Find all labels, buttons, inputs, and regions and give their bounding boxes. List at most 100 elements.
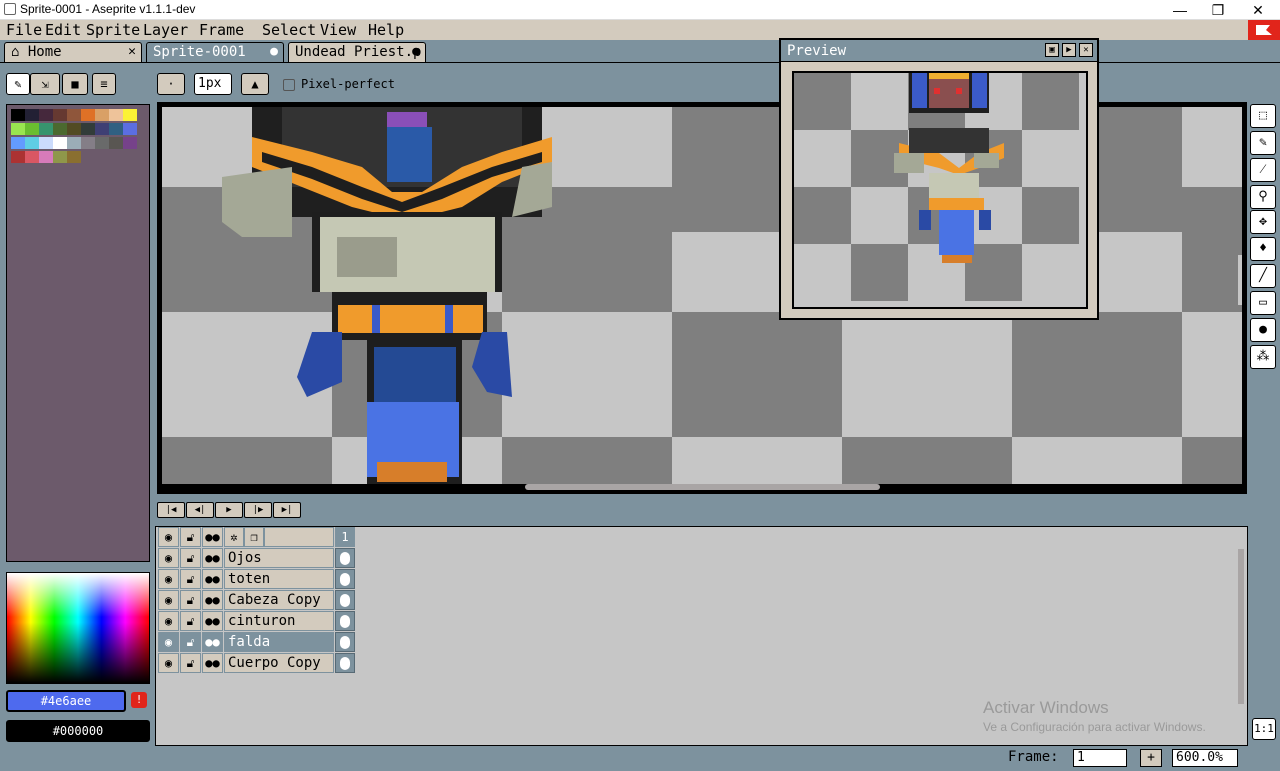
layer-lock-icon[interactable]: 🔓︎ bbox=[180, 632, 201, 652]
lock-icon[interactable]: 🔓︎ bbox=[180, 527, 201, 547]
frame-input[interactable]: 1 bbox=[1073, 749, 1127, 767]
first-frame-button[interactable]: |◀ bbox=[157, 502, 185, 518]
ink-type-icon[interactable]: ▲ bbox=[241, 73, 269, 95]
layer-name[interactable]: Ojos bbox=[224, 548, 334, 568]
previous-frame-button[interactable]: ◀| bbox=[186, 502, 214, 518]
palette-swatch[interactable] bbox=[81, 123, 95, 135]
tab-home[interactable]: ⌂ Home ✕ bbox=[4, 42, 142, 62]
menu-frame[interactable]: Frame bbox=[199, 21, 244, 39]
preview-play-button[interactable]: ▶ bbox=[1062, 43, 1076, 57]
blur-tool-icon[interactable]: ● bbox=[1250, 318, 1276, 342]
menu-sprite[interactable]: Sprite bbox=[86, 21, 140, 39]
palette-swatch[interactable] bbox=[95, 109, 109, 121]
layer-continuous-icon[interactable]: ●● bbox=[202, 569, 223, 589]
pixel-perfect-checkbox[interactable] bbox=[283, 79, 295, 91]
layer-cel[interactable] bbox=[335, 590, 355, 610]
layer-visibility-icon[interactable]: ◉ bbox=[158, 548, 179, 568]
palette-swatch[interactable] bbox=[11, 123, 25, 135]
layer-row[interactable]: ◉ 🔓︎ ●● toten bbox=[158, 569, 358, 589]
layer-name[interactable]: falda bbox=[224, 632, 334, 652]
palette-swatch[interactable] bbox=[81, 109, 95, 121]
palette-swatch[interactable] bbox=[39, 137, 53, 149]
layer-visibility-icon[interactable]: ◉ bbox=[158, 611, 179, 631]
palette-swatch[interactable] bbox=[11, 151, 25, 163]
menu-edit[interactable]: Edit bbox=[45, 21, 81, 39]
canvas-horizontal-scrollbar[interactable] bbox=[525, 484, 880, 490]
menu-layer[interactable]: Layer bbox=[143, 21, 188, 39]
palette-sort-button[interactable]: ⇲ bbox=[30, 73, 60, 95]
palette-menu-button[interactable]: ≡ bbox=[92, 73, 116, 95]
right-scrollbar[interactable] bbox=[1238, 255, 1242, 305]
palette-swatch[interactable] bbox=[67, 109, 81, 121]
palette-swatch[interactable] bbox=[123, 123, 137, 135]
palette-swatch[interactable] bbox=[25, 109, 39, 121]
play-button[interactable]: ▶ bbox=[215, 502, 243, 518]
foreground-color-field[interactable]: #4e6aee bbox=[6, 690, 126, 712]
layer-visibility-icon[interactable]: ◉ bbox=[158, 569, 179, 589]
close-window-button[interactable]: ✕ bbox=[1238, 0, 1278, 20]
layer-row[interactable]: ◉ 🔓︎ ●● Cuerpo Copy bbox=[158, 653, 358, 673]
palette-swatch[interactable] bbox=[109, 109, 123, 121]
palette-edit-button[interactable]: ✎ bbox=[6, 73, 30, 95]
palette-swatch[interactable] bbox=[109, 123, 123, 135]
palette-swatch[interactable] bbox=[123, 109, 137, 121]
layer-lock-icon[interactable]: 🔓︎ bbox=[180, 548, 201, 568]
brush-size-field[interactable]: 1px bbox=[194, 73, 232, 95]
layer-lock-icon[interactable]: 🔓︎ bbox=[180, 569, 201, 589]
frame-number-header[interactable]: 1 bbox=[335, 527, 355, 547]
layer-continuous-icon[interactable]: ●● bbox=[202, 653, 223, 673]
layer-name[interactable]: cinturon bbox=[224, 611, 334, 631]
continuous-icon[interactable]: ●● bbox=[202, 527, 223, 547]
menu-file[interactable]: File bbox=[6, 21, 42, 39]
layer-row[interactable]: ◉ 🔓︎ ●● Ojos bbox=[158, 548, 358, 568]
layer-continuous-icon[interactable]: ●● bbox=[202, 590, 223, 610]
layer-visibility-icon[interactable]: ◉ bbox=[158, 590, 179, 610]
palette-options-button[interactable]: ■ bbox=[62, 73, 88, 95]
layer-visibility-icon[interactable]: ◉ bbox=[158, 653, 179, 673]
layers-scrollbar[interactable] bbox=[1238, 549, 1244, 704]
preview-fullscreen-button[interactable]: ▣ bbox=[1045, 43, 1059, 57]
maximize-button[interactable]: ❐ bbox=[1198, 0, 1238, 20]
jumble-tool-icon[interactable]: ⁂ bbox=[1250, 345, 1276, 369]
layer-cel[interactable] bbox=[335, 548, 355, 568]
layer-row[interactable]: ◉ 🔓︎ ●● Cabeza Copy bbox=[158, 590, 358, 610]
preview-close-button[interactable]: ✕ bbox=[1079, 43, 1093, 57]
zoom-reset-button[interactable]: 1:1 bbox=[1252, 718, 1276, 740]
warning-icon[interactable]: ! bbox=[131, 692, 147, 708]
color-spectrum[interactable] bbox=[6, 572, 150, 684]
tab-undead-priest[interactable]: Undead Priest.p ● bbox=[288, 42, 426, 62]
minimize-button[interactable]: — bbox=[1160, 0, 1200, 20]
palette-swatch[interactable] bbox=[67, 151, 81, 163]
add-frame-button[interactable]: + bbox=[1140, 749, 1162, 767]
last-frame-button[interactable]: ▶| bbox=[273, 502, 301, 518]
background-color-field[interactable]: #000000 bbox=[6, 720, 150, 742]
layer-name[interactable]: Cuerpo Copy bbox=[224, 653, 334, 673]
palette-swatch[interactable] bbox=[25, 151, 39, 163]
palette-swatch[interactable] bbox=[123, 137, 137, 149]
palette-swatch[interactable] bbox=[95, 137, 109, 149]
palette-swatch[interactable] bbox=[53, 123, 67, 135]
zoom-field[interactable]: 600.0% bbox=[1172, 749, 1238, 767]
brush-type-button[interactable]: · bbox=[157, 73, 185, 95]
eyedropper-tool-icon[interactable]: ⁄ bbox=[1250, 158, 1276, 182]
move-tool-icon[interactable]: ✥ bbox=[1250, 210, 1276, 234]
palette-swatch[interactable] bbox=[67, 137, 81, 149]
fill-tool-icon[interactable]: ♦ bbox=[1250, 237, 1276, 261]
tab-sprite-0001[interactable]: Sprite-0001 ● bbox=[146, 42, 284, 62]
gear-icon[interactable]: ✲ bbox=[224, 527, 244, 547]
palette-swatch[interactable] bbox=[39, 151, 53, 163]
palette-swatch[interactable] bbox=[81, 137, 95, 149]
next-frame-button[interactable]: |▶ bbox=[244, 502, 272, 518]
layer-name[interactable]: toten bbox=[224, 569, 334, 589]
eye-icon[interactable]: ◉ bbox=[158, 527, 179, 547]
palette-swatch[interactable] bbox=[53, 137, 67, 149]
palette-swatch[interactable] bbox=[109, 137, 123, 149]
rectangle-tool-icon[interactable]: ▭ bbox=[1250, 291, 1276, 315]
preview-canvas[interactable] bbox=[792, 71, 1088, 309]
line-tool-icon[interactable]: ╱ bbox=[1250, 264, 1276, 288]
layer-name[interactable]: Cabeza Copy bbox=[224, 590, 334, 610]
palette-swatch[interactable] bbox=[11, 137, 25, 149]
palette-swatch[interactable] bbox=[39, 109, 53, 121]
menu-view[interactable]: View bbox=[320, 21, 356, 39]
layer-cel[interactable] bbox=[335, 632, 355, 652]
